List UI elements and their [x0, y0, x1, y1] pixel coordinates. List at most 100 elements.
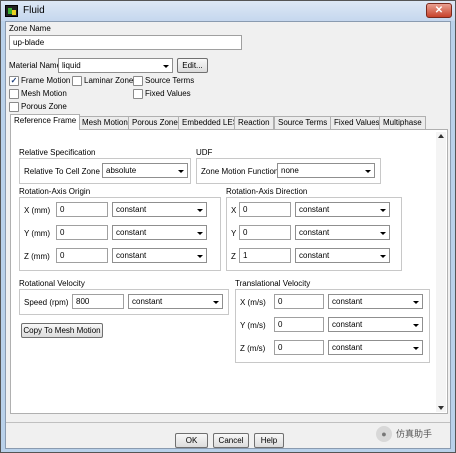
- direction-x-input[interactable]: 0: [239, 202, 291, 217]
- direction-z-mode-select[interactable]: constant: [295, 248, 390, 263]
- translational-velocity-label: Translational Velocity: [235, 279, 311, 288]
- zone-name-label: Zone Name: [9, 24, 51, 33]
- direction-y-label: Y: [231, 229, 237, 238]
- direction-z-label: Z: [231, 252, 236, 261]
- speed-rpm-mode-select[interactable]: constant: [128, 294, 223, 309]
- tab-mesh-motion[interactable]: Mesh Motion: [78, 116, 132, 129]
- cancel-button[interactable]: Cancel: [213, 433, 249, 448]
- chevron-down-icon: [178, 170, 184, 173]
- origin-z-mode-value: constant: [116, 251, 147, 260]
- source-terms-label: Source Terms: [145, 76, 195, 85]
- window-title: Fluid: [23, 5, 45, 16]
- material-name-select[interactable]: liquid: [58, 58, 173, 73]
- trans-y-mode-select[interactable]: constant: [328, 317, 423, 332]
- fluid-dialog: Fluid ✕ Zone Name up-blade Material Name…: [0, 0, 456, 453]
- rotation-axis-direction-group: X 0 constant Y 0 constant Z 1 constant: [226, 197, 402, 271]
- relative-specification-group: Relative To Cell Zone absolute: [19, 158, 191, 184]
- direction-y-mode-value: constant: [299, 228, 330, 237]
- chevron-down-icon: [163, 65, 169, 68]
- frame-motion-checkbox[interactable]: ✓: [9, 76, 19, 86]
- frame-motion-label: Frame Motion: [21, 76, 71, 85]
- relative-to-cell-zone-value: absolute: [106, 166, 137, 175]
- udf-group: Zone Motion Function none: [196, 158, 381, 184]
- direction-x-label: X: [231, 206, 237, 215]
- mesh-motion-checkbox[interactable]: [9, 89, 19, 99]
- dialog-body: Zone Name up-blade Material Name liquid …: [5, 21, 451, 449]
- origin-y-input[interactable]: 0: [56, 225, 108, 240]
- trans-x-input[interactable]: 0: [274, 294, 324, 309]
- trans-y-label: Y (m/s): [240, 321, 266, 330]
- fluent-app-icon: [5, 5, 18, 17]
- chevron-down-icon: [413, 301, 419, 304]
- tab-embedded-les[interactable]: Embedded LES: [178, 116, 243, 129]
- speed-rpm-label: Speed (rpm): [24, 298, 69, 307]
- direction-x-mode-select[interactable]: constant: [295, 202, 390, 217]
- speed-rpm-input[interactable]: 800: [72, 294, 124, 309]
- edit-material-button[interactable]: Edit...: [177, 58, 208, 73]
- tab-reaction[interactable]: Reaction: [234, 116, 274, 129]
- tab-multiphase[interactable]: Multiphase: [379, 116, 426, 129]
- trans-z-mode-value: constant: [332, 343, 363, 352]
- rotation-axis-origin-group: X (mm) 0 constant Y (mm) 0 constant Z (m…: [19, 197, 221, 271]
- origin-x-input[interactable]: 0: [56, 202, 108, 217]
- trans-z-label: Z (m/s): [240, 344, 266, 353]
- close-button[interactable]: ✕: [426, 3, 452, 18]
- rotational-velocity-label: Rotational Velocity: [19, 279, 85, 288]
- tab-fixed-values[interactable]: Fixed Values: [330, 116, 384, 129]
- origin-y-mode-value: constant: [116, 228, 147, 237]
- trans-y-input[interactable]: 0: [274, 317, 324, 332]
- origin-z-mode-select[interactable]: constant: [112, 248, 207, 263]
- laminar-zone-label: Laminar Zone: [84, 76, 134, 85]
- trans-x-mode-value: constant: [332, 297, 363, 306]
- chevron-down-icon: [197, 209, 203, 212]
- laminar-zone-checkbox[interactable]: [72, 76, 82, 86]
- chevron-down-icon: [197, 255, 203, 258]
- direction-z-input[interactable]: 1: [239, 248, 291, 263]
- origin-x-mode-select[interactable]: constant: [112, 202, 207, 217]
- source-terms-checkbox[interactable]: [133, 76, 143, 86]
- origin-z-label: Z (mm): [24, 252, 50, 261]
- chevron-down-icon: [380, 209, 386, 212]
- relative-to-cell-zone-select[interactable]: absolute: [102, 163, 188, 178]
- origin-y-mode-select[interactable]: constant: [112, 225, 207, 240]
- zone-name-input[interactable]: up-blade: [9, 35, 242, 50]
- zone-motion-function-select[interactable]: none: [277, 163, 375, 178]
- mesh-motion-label: Mesh Motion: [21, 89, 67, 98]
- copy-to-mesh-motion-button[interactable]: Copy To Mesh Motion: [21, 323, 103, 338]
- tab-porous-zone[interactable]: Porous Zone: [128, 116, 182, 129]
- direction-x-mode-value: constant: [299, 205, 330, 214]
- origin-z-input[interactable]: 0: [56, 248, 108, 263]
- trans-x-mode-select[interactable]: constant: [328, 294, 423, 309]
- direction-z-mode-value: constant: [299, 251, 330, 260]
- tab-reference-frame[interactable]: Reference Frame: [10, 114, 81, 130]
- watermark: ● 仿真助手: [376, 426, 446, 442]
- title-bar[interactable]: Fluid ✕: [1, 1, 455, 21]
- trans-y-mode-value: constant: [332, 320, 363, 329]
- rotation-axis-direction-label: Rotation-Axis Direction: [226, 187, 308, 196]
- trans-z-input[interactable]: 0: [274, 340, 324, 355]
- origin-x-label: X (mm): [24, 206, 51, 215]
- chevron-down-icon: [365, 170, 371, 173]
- scroll-down-arrow-icon[interactable]: [438, 406, 444, 410]
- direction-y-input[interactable]: 0: [239, 225, 291, 240]
- porous-zone-checkbox[interactable]: [9, 102, 19, 112]
- direction-y-mode-select[interactable]: constant: [295, 225, 390, 240]
- chevron-down-icon: [380, 255, 386, 258]
- chevron-down-icon: [197, 232, 203, 235]
- ok-button[interactable]: OK: [175, 433, 208, 448]
- translational-velocity-group: X (m/s) 0 constant Y (m/s) 0 constant Z …: [235, 289, 430, 363]
- trans-x-label: X (m/s): [240, 298, 266, 307]
- fixed-values-checkbox[interactable]: [133, 89, 143, 99]
- relative-to-cell-zone-label: Relative To Cell Zone: [24, 167, 100, 176]
- watermark-text: 仿真助手: [396, 429, 433, 439]
- rotation-axis-origin-label: Rotation-Axis Origin: [19, 187, 91, 196]
- speed-rpm-mode-value: constant: [132, 297, 163, 306]
- trans-z-mode-select[interactable]: constant: [328, 340, 423, 355]
- help-button[interactable]: Help: [254, 433, 284, 448]
- rotational-velocity-group: Speed (rpm) 800 constant: [19, 289, 229, 315]
- footer-divider: [6, 422, 450, 423]
- tab-source-terms[interactable]: Source Terms: [274, 116, 332, 129]
- vertical-scrollbar[interactable]: [436, 132, 446, 412]
- scroll-up-arrow-icon[interactable]: [438, 134, 444, 138]
- wechat-icon: ●: [376, 426, 392, 442]
